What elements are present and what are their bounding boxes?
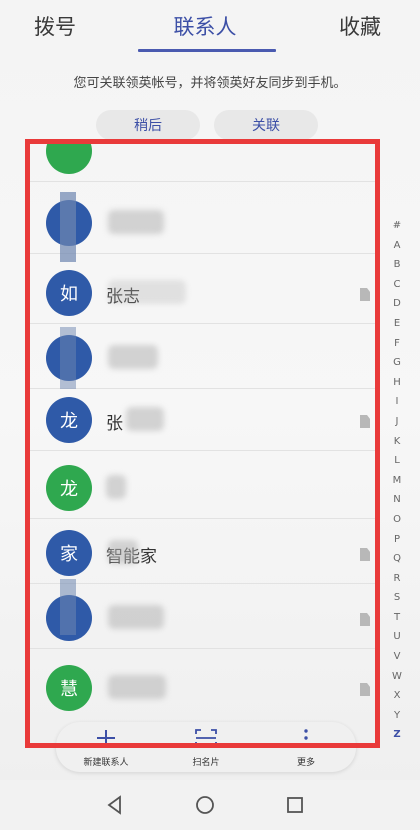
pixelation-mask xyxy=(60,579,76,635)
contacts-screen: 拨号 联系人 收藏 您可关联领英帐号，并将领英好友同步到手机。 稍后 关联 如 … xyxy=(0,0,420,830)
bottom-toolbar: 新建联系人 扫名片 更多 xyxy=(56,722,356,772)
blurred-name xyxy=(108,540,138,564)
blurred-name xyxy=(126,407,164,431)
alphabet-letter[interactable]: D xyxy=(393,294,401,314)
later-button[interactable]: 稍后 xyxy=(96,110,200,140)
pixelation-mask xyxy=(60,327,76,389)
scan-icon xyxy=(195,729,217,747)
list-item[interactable]: 龙 张 xyxy=(26,389,376,451)
alphabet-letter[interactable]: B xyxy=(394,255,401,275)
avatar-initial: 龙 xyxy=(60,411,78,432)
new-contact-button[interactable]: 新建联系人 xyxy=(56,722,156,772)
blurred-name xyxy=(108,345,158,369)
sim-card-icon xyxy=(360,613,370,626)
avatar-initial: 慧 xyxy=(60,679,78,700)
avatar: 如 xyxy=(46,270,92,316)
list-item[interactable]: 如 张志 xyxy=(26,262,376,324)
blurred-name xyxy=(106,475,126,499)
alphabet-letter[interactable]: # xyxy=(393,216,401,236)
alphabet-letter[interactable]: U xyxy=(393,627,400,647)
tab-contacts[interactable]: 联系人 xyxy=(145,11,265,41)
alphabet-letter[interactable]: C xyxy=(394,275,401,295)
alphabet-letter[interactable]: T xyxy=(394,608,400,628)
more-icon xyxy=(304,729,308,747)
list-item[interactable] xyxy=(26,327,376,389)
tab-favorites[interactable]: 收藏 xyxy=(300,11,420,41)
alphabet-letter[interactable]: F xyxy=(394,334,400,354)
link-button[interactable]: 关联 xyxy=(214,110,318,140)
alphabet-letter[interactable]: R xyxy=(394,569,401,589)
contact-list[interactable]: 如 张志 龙 张 龙 xyxy=(26,142,376,742)
list-item[interactable] xyxy=(26,142,376,182)
alphabet-letter[interactable]: Q xyxy=(393,549,401,569)
alphabet-letter[interactable]: H xyxy=(393,373,401,393)
active-tab-indicator xyxy=(138,49,276,52)
alphabet-letter[interactable]: O xyxy=(393,510,401,530)
list-item[interactable]: 家 智能家 xyxy=(26,522,376,584)
avatar: 龙 xyxy=(46,397,92,443)
sim-card-icon xyxy=(360,415,370,428)
avatar-initial: 如 xyxy=(60,284,78,305)
alphabet-letter[interactable]: Z xyxy=(393,725,400,745)
pixelation-mask xyxy=(60,192,76,262)
alphabet-letter[interactable]: W xyxy=(392,667,402,687)
alphabet-letter[interactable]: I xyxy=(396,392,399,412)
scan-card-button[interactable]: 扫名片 xyxy=(156,722,256,772)
avatar: 龙 xyxy=(46,465,92,511)
alphabet-letter[interactable]: X xyxy=(394,686,401,706)
avatar: 慧 xyxy=(46,665,92,711)
avatar: 家 xyxy=(46,530,92,576)
alphabet-letter[interactable]: K xyxy=(394,432,401,452)
sim-card-icon xyxy=(360,288,370,301)
home-icon[interactable] xyxy=(192,792,218,818)
avatar xyxy=(46,142,92,174)
alphabet-letter[interactable]: P xyxy=(394,530,400,550)
blurred-name xyxy=(108,210,164,234)
system-navigation-bar xyxy=(0,780,420,830)
avatar-initial: 家 xyxy=(60,544,78,565)
blurred-name xyxy=(108,605,164,629)
recents-icon[interactable] xyxy=(282,792,308,818)
new-contact-label: 新建联系人 xyxy=(83,758,129,768)
tab-dialer[interactable]: 拨号 xyxy=(0,11,110,41)
alphabet-letter[interactable]: V xyxy=(394,647,401,667)
tab-bar: 拨号 联系人 收藏 xyxy=(0,0,420,52)
list-item[interactable]: 龙 xyxy=(26,457,376,519)
blurred-name xyxy=(108,675,166,699)
alphabet-letter[interactable]: G xyxy=(393,353,401,373)
blurred-name xyxy=(108,280,186,304)
list-item[interactable] xyxy=(26,192,376,262)
alphabet-letter[interactable]: J xyxy=(396,412,399,432)
alphabet-letter[interactable]: M xyxy=(393,471,402,491)
alphabet-letter[interactable]: N xyxy=(393,490,400,510)
contact-name: 张 xyxy=(106,414,123,434)
back-icon[interactable] xyxy=(102,792,128,818)
alphabet-letter[interactable]: S xyxy=(394,588,400,608)
list-item[interactable] xyxy=(26,579,376,649)
more-label: 更多 xyxy=(296,758,315,768)
sim-card-icon xyxy=(360,683,370,696)
linkedin-notice: 您可关联领英帐号，并将领英好友同步到手机。 xyxy=(73,76,347,91)
list-item[interactable]: 慧 xyxy=(26,657,376,719)
plus-icon xyxy=(97,730,115,747)
sim-card-icon xyxy=(360,548,370,561)
avatar-initial: 龙 xyxy=(60,479,78,500)
alphabet-letter[interactable]: Y xyxy=(394,706,400,726)
alphabet-letter[interactable]: E xyxy=(394,314,400,334)
scan-card-label: 扫名片 xyxy=(192,758,220,768)
alphabet-letter[interactable]: A xyxy=(394,236,401,256)
more-button[interactable]: 更多 xyxy=(256,722,356,772)
alphabet-index[interactable]: # A B C D E F G H I J K L M N O P Q R S T U V W X Y Z xyxy=(388,216,406,745)
alphabet-letter[interactable]: L xyxy=(394,451,400,471)
